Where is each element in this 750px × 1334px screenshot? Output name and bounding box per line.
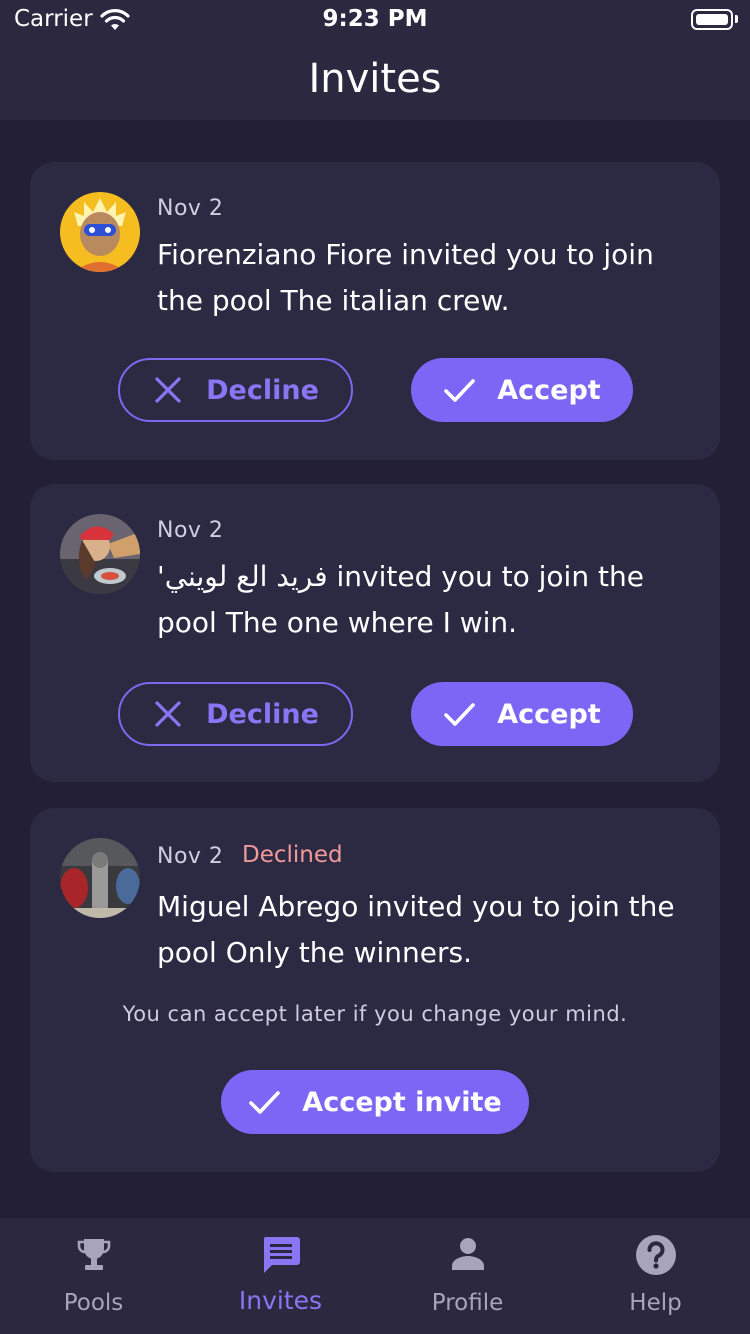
accept-button[interactable]: Accept bbox=[411, 358, 633, 422]
tab-invites[interactable]: Invites bbox=[187, 1218, 374, 1334]
tab-label: Profile bbox=[431, 1290, 504, 1316]
invite-message: Fiorenziano Fiore invited you to join th… bbox=[157, 238, 654, 317]
check-icon bbox=[249, 1091, 281, 1114]
accept-invite-button[interactable]: Accept invite bbox=[221, 1070, 529, 1134]
tab-pools[interactable]: Pools bbox=[0, 1218, 187, 1334]
nav-bar: Invites bbox=[0, 40, 750, 120]
accept-invite-label: Accept invite bbox=[302, 1086, 502, 1118]
avatar bbox=[60, 192, 140, 272]
trophy-icon bbox=[77, 1239, 111, 1270]
tab-label: Invites bbox=[238, 1286, 323, 1315]
invite-message: Miguel Abrego invited you to join the po… bbox=[157, 890, 675, 969]
tab-help[interactable]: Help bbox=[562, 1218, 749, 1334]
invite-card: Nov 2 Declined Miguel Abrego invited you… bbox=[30, 808, 720, 1172]
close-icon bbox=[155, 377, 181, 403]
accept-button[interactable]: Accept bbox=[411, 682, 633, 746]
invite-date: Nov 2 bbox=[157, 844, 224, 869]
accept-label: Accept bbox=[497, 374, 601, 406]
decline-label: Decline bbox=[206, 374, 319, 406]
check-icon bbox=[444, 703, 476, 726]
battery-tip bbox=[735, 15, 738, 23]
avatar bbox=[60, 838, 140, 918]
page-title: Invites bbox=[308, 56, 442, 102]
decline-button[interactable]: Decline bbox=[118, 358, 353, 422]
invite-message: 'فريد الع لويني invited you to join the … bbox=[157, 560, 644, 639]
battery-icon bbox=[691, 9, 733, 30]
avatar bbox=[60, 514, 140, 594]
invite-date: Nov 2 bbox=[157, 518, 224, 543]
tab-label: Pools bbox=[63, 1290, 124, 1316]
invite-card: Nov 2 Fiorenziano Fiore invited you to j… bbox=[30, 162, 720, 460]
decline-label: Decline bbox=[206, 698, 319, 730]
tab-label: Help bbox=[629, 1290, 682, 1316]
status-badge: Declined bbox=[242, 842, 343, 868]
invite-date: Nov 2 bbox=[157, 196, 224, 221]
status-time: 9:23 PM bbox=[322, 6, 428, 32]
accept-label: Accept bbox=[497, 698, 601, 730]
person-icon bbox=[452, 1238, 484, 1270]
help-icon bbox=[636, 1235, 676, 1275]
invite-note: You can accept later if you change your … bbox=[122, 1002, 628, 1026]
invite-card: Nov 2 'فريد الع لويني invited you to joi… bbox=[30, 484, 720, 782]
chat-icon bbox=[263, 1237, 300, 1273]
decline-button[interactable]: Decline bbox=[118, 682, 353, 746]
tab-bar: Pools Invites Profile Help bbox=[0, 1218, 750, 1334]
status-bar: Carrier 9:23 PM bbox=[0, 0, 750, 40]
close-icon bbox=[155, 701, 181, 727]
check-icon bbox=[444, 379, 476, 402]
tab-profile[interactable]: Profile bbox=[374, 1218, 561, 1334]
